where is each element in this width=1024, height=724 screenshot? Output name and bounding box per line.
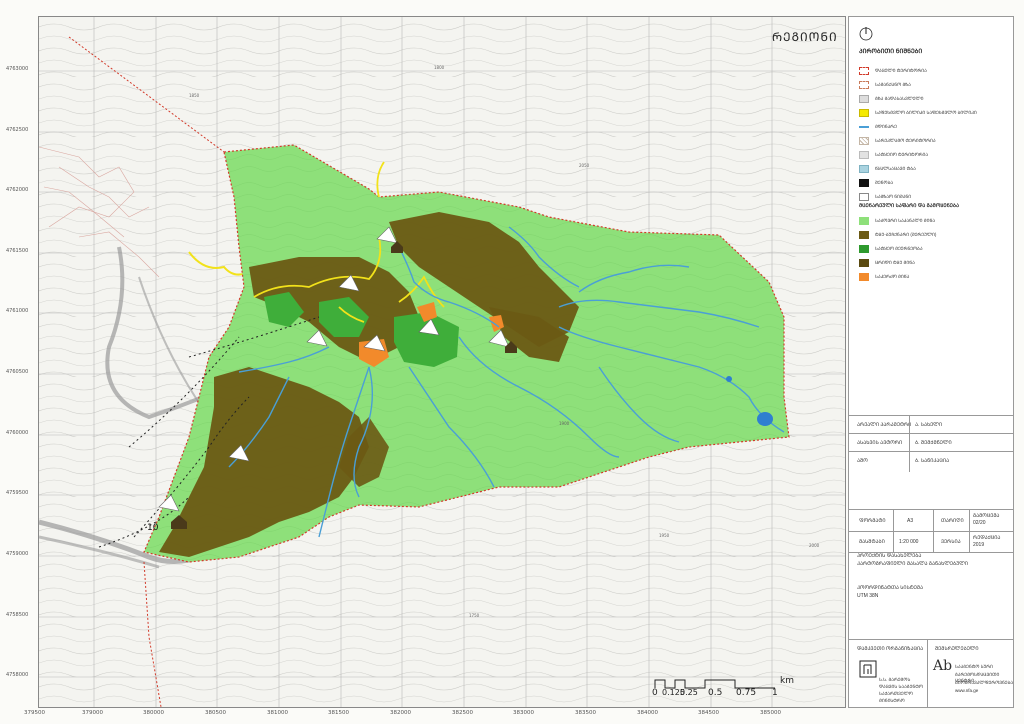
partner-logo: Ab — [933, 658, 953, 674]
scale-label: 0 — [652, 688, 658, 698]
legend-subheading: ᲛᲪᲔᲜᲐᲠᲔᲣᲚᲘ ᲡᲐᲤᲐᲠᲘ ᲓᲐ ᲒᲐᲛᲝᲧᲔᲜᲔᲑᲐ — [859, 203, 960, 209]
x-tick: 380000 — [143, 710, 164, 716]
svg-text:2050: 2050 — [579, 163, 590, 168]
legend-item: ᲪᲠᲘᲓᲘ ᲢᲧᲔ ᲛᲘᲬᲐ — [859, 257, 915, 269]
scale-label: 0.75 — [736, 688, 757, 698]
x-tick: 381000 — [267, 710, 288, 716]
svg-text:1750: 1750 — [469, 613, 480, 618]
legend-panel: ᲞᲘᲠᲝᲑᲘᲗᲘ ᲜᲘᲨᲜᲔᲑᲘ ᲓᲐᲪᲣᲚᲘ ᲢᲔᲠᲘᲢᲝᲠᲘᲐ ᲡᲐᲛᲐᲜᲥ… — [848, 16, 1014, 708]
legend-item: ᲡᲐᲙᲔᲠᲫᲝ ᲛᲘᲬᲐ — [859, 271, 909, 283]
x-tick: 384500 — [698, 710, 719, 716]
legend-item: ᲒᲖᲐ ᲒᲐᲓᲐᲡᲐᲡᲕᲚᲔᲚᲘ — [859, 93, 923, 105]
legend-item: ᲓᲐᲪᲣᲚᲘ ᲢᲔᲠᲘᲢᲝᲠᲘᲐ — [859, 65, 927, 77]
x-tick: 382000 — [390, 710, 411, 716]
legend-item: ᲨᲔᲜᲝᲑᲐ — [859, 177, 893, 189]
scale-label: 0.5 — [708, 688, 723, 698]
x-tick: 380500 — [205, 710, 226, 716]
legend-item: ᲢᲧᲔ-ᲑᲣᲩᲥᲜᲐᲠᲘ (ᲨᲔᲠᲔᲣᲚᲘ) — [859, 229, 936, 241]
scale-row: ᲛᲐᲡᲨᲢᲐᲑᲘ 1:20 000 ᲕᲔᲠᲡᲘᲐ ᲠᲔᲓᲐᲥᲪᲘᲐ 2019 — [849, 531, 1013, 553]
legend-item: ᲡᲐᲛᲐᲜᲥᲐᲜᲝ ᲒᲖᲐ — [859, 79, 911, 91]
agency-logo-icon — [859, 660, 877, 678]
x-tick: 383000 — [513, 710, 534, 716]
svg-text:1800: 1800 — [434, 65, 445, 70]
info-row: ᲐᲨᲝ Ბ. ᲡᲐᲜᲘᲙᲐᲪᲘᲐ — [849, 451, 1013, 472]
north-arrow-icon — [859, 27, 873, 41]
notes-line: ᲞᲠᲝᲔᲥᲢᲘᲡ ᲓᲐᲡᲐᲮᲔᲚᲔᲑᲐ — [857, 553, 922, 559]
y-tick: 4762500 — [6, 127, 29, 133]
small-lake — [726, 376, 732, 382]
info-row: ᲐᲡᲐᲮᲕᲘᲡ ᲐᲕᲢᲝᲠᲘ Ბ. ᲨᲔᲛᲥᲛᲜᲔᲚᲘ — [849, 433, 1013, 452]
y-tick: 4760000 — [6, 430, 29, 436]
y-tick: 4763000 — [6, 66, 29, 72]
lake — [757, 412, 773, 426]
y-tick: 4762000 — [6, 187, 29, 193]
svg-text:1900: 1900 — [559, 421, 570, 426]
notes-line: ᲙᲝᲝᲠᲓᲘᲜᲐᲢᲗᲐ ᲡᲘᲡᲢᲔᲛᲐ — [857, 585, 923, 591]
legend-item: ᲛᲓᲘᲜᲐᲠᲔ — [859, 121, 897, 133]
notes-line: ᲙᲐᲠᲢᲝᲒᲠᲐᲤᲘᲣᲚᲘ ᲛᲐᲡᲐᲚᲐ ᲒᲐᲜᲐᲮᲚᲔᲑᲣᲚᲘ — [857, 561, 968, 567]
y-tick: 4761000 — [6, 308, 29, 314]
organization-block: ᲓᲐᲛᲙᲕᲔᲗᲘ ᲝᲠᲒᲐᲜᲘᲖᲐᲪᲘᲐ ᲨᲔᲛᲡᲠᲣᲚᲔᲑᲔᲚᲘ Ს.Ს. Გ… — [849, 639, 1013, 708]
svg-text:1850: 1850 — [189, 93, 200, 98]
y-tick: 4760500 — [6, 369, 29, 375]
map-sheet: 1800 1850 1900 1950 2000 2050 1750 10 47… — [0, 0, 1024, 724]
x-tick: 384000 — [637, 710, 658, 716]
y-tick: 4759500 — [6, 490, 29, 496]
legend-item: ᲡᲐᲢᲧᲔᲘᲝ ᲢᲔᲠᲘᲢᲝᲠᲘᲐ — [859, 149, 928, 161]
scale-unit: km — [780, 676, 794, 686]
y-tick: 4758000 — [6, 672, 29, 678]
y-tick: 4761500 — [6, 248, 29, 254]
x-tick: 385000 — [760, 710, 781, 716]
legend-item: ᲡᲐᲠᲔᲙᲚᲐᲛᲝ ᲢᲔᲠᲘᲢᲝᲠᲘᲐ — [859, 135, 936, 147]
svg-text:1950: 1950 — [659, 533, 670, 538]
legend-heading: ᲞᲘᲠᲝᲑᲘᲗᲘ ᲜᲘᲨᲜᲔᲑᲘ — [859, 49, 923, 55]
svg-text:2000: 2000 — [809, 543, 820, 548]
legend-item: ᲬᲧᲐᲚᲡᲐᲪᲐᲕᲘ ᲢᲑᲐ — [859, 163, 916, 175]
map-label-10: 10 — [147, 523, 159, 533]
x-tick: 383500 — [575, 710, 596, 716]
format-row: ᲤᲝᲠᲛᲐᲢᲘ A3 ᲗᲐᲠᲘᲦᲘ ᲒᲐᲛᲝᲪᲔᲛᲐ 02/20 — [849, 509, 1013, 532]
info-row: ᲐᲠᲔᲐᲚᲘ ᲞᲐᲠᲐᲛᲔᲢᲠᲘ Ა. ᲡᲐᲮᲔᲚᲘ — [849, 415, 1013, 434]
x-tick: 382500 — [452, 710, 473, 716]
x-tick: 381500 — [328, 710, 349, 716]
x-tick: 379500 — [24, 710, 45, 716]
y-tick: 4759000 — [6, 551, 29, 557]
scale-label: 1 — [772, 688, 778, 698]
legend-item: ᲡᲐᲤᲔᲮᲛᲕᲚᲝ ᲑᲘᲚᲘᲙᲘ ᲡᲐᲤᲔᲮᲛᲕᲚᲝ ᲑᲘᲚᲘᲙᲘ — [859, 107, 977, 119]
map-title: ᲠᲔᲒᲘᲝᲜᲘ — [772, 30, 838, 44]
legend-item: ᲡᲐᲒᲖᲐᲝ ᲜᲘᲨᲐᲜᲘ — [859, 191, 911, 203]
y-tick: 4758500 — [6, 612, 29, 618]
legend-item: ᲡᲐᲢᲧᲔᲝ ᲛᲔᲣᲠᲜᲔᲝᲑᲐ — [859, 243, 923, 255]
x-tick: 379000 — [82, 710, 103, 716]
notes-line: UTM 38N — [857, 593, 879, 599]
map-frame[interactable]: 1800 1850 1900 1950 2000 2050 1750 10 — [38, 16, 846, 708]
map-canvas[interactable]: 1800 1850 1900 1950 2000 2050 1750 10 — [39, 17, 845, 707]
legend-item: ᲡᲐᲫᲝᲕᲠᲘ ᲡᲐᲙᲐᲜᲐᲚᲘ ᲛᲘᲬᲐ — [859, 215, 935, 227]
scale-label: 0.25 — [680, 688, 698, 697]
scale-bar: 0 0.125 0.25 0.5 0.75 1 km — [650, 676, 800, 706]
